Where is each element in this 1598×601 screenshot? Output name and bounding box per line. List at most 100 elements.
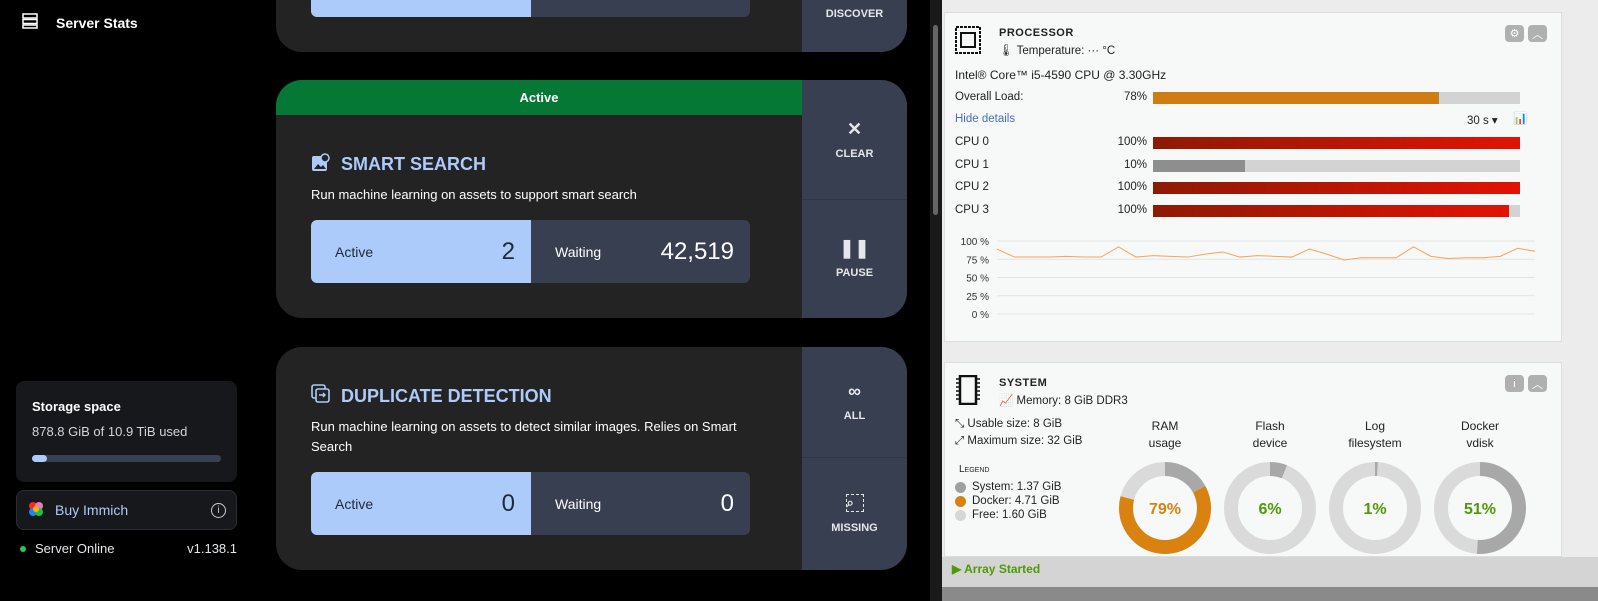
active-label: Active — [335, 243, 374, 260]
server-status: Server Online v1.138.1 — [20, 541, 237, 556]
all-button[interactable]: ∞ ALL — [802, 347, 907, 458]
cpu-label: CPU 3 — [955, 203, 989, 216]
cpu-label: CPU 2 — [955, 181, 989, 193]
job-description: Run machine learning on assets to suppor… — [311, 187, 637, 202]
waiting-label: Waiting — [555, 243, 602, 260]
job-card-partial: DISCOVER — [276, 0, 907, 52]
collapse-chevron-icon[interactable]: ︿ — [1528, 375, 1547, 392]
online-dot-icon — [20, 545, 26, 552]
cpu-bar-fill — [1153, 137, 1520, 149]
cpu-label: CPU 0 — [955, 136, 989, 148]
legend-item: Docker: 4.71 GiB — [955, 495, 1061, 507]
system-title: SYSTEM — [999, 377, 1048, 389]
cpu-pct: 100% — [1117, 203, 1147, 216]
duplicate-icon — [311, 384, 331, 409]
maximum-size: ⤢ Maximum size: 32 GiB — [955, 435, 1082, 448]
job-card-smart-search: Active SMART SEARCH Run machine learning… — [276, 80, 907, 318]
image-search-icon — [311, 152, 331, 177]
play-circle-icon: ▶ — [952, 562, 962, 576]
scrollbar-thumb[interactable] — [933, 25, 938, 215]
collapse-chevron-icon[interactable]: ︿ — [1528, 25, 1547, 42]
scrollbar[interactable] — [930, 0, 942, 601]
array-status: ▶ Array Started — [952, 562, 1040, 576]
server-stats-link[interactable]: Server Stats — [22, 13, 138, 32]
legend-dot-icon — [955, 495, 966, 507]
job-actions: DISCOVER — [802, 0, 907, 52]
legend-item: Free: 1.60 GiB — [955, 509, 1061, 521]
pause-icon: ❚❚ — [839, 238, 870, 258]
y-tick-label: 25 % — [966, 292, 989, 303]
status-bar: ▶ Array Started — [942, 557, 1598, 587]
memory-chip-icon — [955, 374, 981, 408]
server-status-label: Server Online — [35, 541, 115, 556]
y-tick-label: 75 % — [966, 255, 989, 266]
panel-buttons: i ︿ — [1505, 375, 1547, 392]
temperature: 🌡 Temperature: ··· °C — [999, 43, 1115, 57]
waiting-count: 0 — [720, 489, 734, 517]
job-title: SMART SEARCH — [311, 152, 486, 177]
job-title-text: SMART SEARCH — [341, 154, 487, 174]
legend-title: Legend — [959, 464, 990, 475]
donut-label: Docker vdisk — [1460, 419, 1499, 450]
cpu-bar — [1153, 204, 1520, 217]
donut-label: RAM usage — [1148, 419, 1182, 450]
expand-icon: ⤢ — [955, 435, 965, 447]
hide-details-link[interactable]: Hide details — [955, 113, 1015, 125]
cpu-pct: 100% — [1117, 181, 1147, 193]
cpu-pct: 100% — [1117, 136, 1147, 148]
overall-load-row: Overall Load: 78% — [955, 91, 1520, 104]
overall-load-label: Overall Load: — [955, 91, 1024, 103]
close-icon: ✕ — [846, 118, 863, 139]
job-actions: ∞ ALL ⌕ MISSING — [802, 347, 907, 570]
usage-donut: Docker vdisk 51% — [1434, 418, 1526, 557]
job-title-text: DUPLICATE DETECTION — [341, 386, 552, 406]
buy-immich-button[interactable]: Buy Immich i — [16, 490, 237, 530]
cpu-label: CPU 1 — [955, 158, 989, 171]
discover-button[interactable]: DISCOVER — [802, 8, 907, 20]
missing-label: MISSING — [831, 522, 878, 534]
processor-panel: PROCESSOR 🌡 Temperature: ··· °C ⚙ ︿ Intel… — [944, 12, 1562, 342]
memory-label: Memory: 8 GiB DDR3 — [1016, 395, 1128, 407]
donut-chart: 51% — [1434, 462, 1526, 554]
cpu-bar-fill — [1153, 182, 1520, 194]
donut-pct: 79% — [1149, 501, 1181, 518]
select-search-icon: ⌕ — [845, 494, 864, 512]
bar-chart-icon[interactable]: 📊 — [1513, 111, 1527, 125]
job-stats — [311, 0, 750, 17]
server-icon — [22, 13, 38, 32]
overall-load-pct: 78% — [1123, 91, 1147, 103]
active-count: 2 — [501, 237, 515, 265]
buy-immich-label: Buy Immich — [55, 502, 129, 518]
donut-pct: 1% — [1363, 501, 1386, 518]
cpu-bar — [1153, 159, 1520, 172]
usage-donut: Flash device 6% — [1224, 418, 1316, 557]
info-icon[interactable]: i — [211, 502, 226, 518]
pause-button[interactable]: ❚❚ PAUSE — [802, 200, 907, 318]
job-title: DUPLICATE DETECTION — [311, 384, 552, 409]
storage-bar — [32, 455, 221, 462]
maximum-size-label: Maximum size: 32 GiB — [967, 435, 1083, 447]
memory-info: 📈 Memory: 8 GiB DDR3 — [999, 393, 1128, 407]
cpu-row: CPU 3 100% — [955, 203, 1520, 217]
interval-select[interactable]: 30 s ▾ — [1467, 113, 1498, 127]
cpu-bar — [1153, 137, 1520, 149]
info-icon[interactable]: i — [1505, 375, 1524, 392]
storage-title: Storage space — [32, 399, 121, 414]
version: v1.138.1 — [187, 541, 237, 556]
donut-chart: 79% — [1119, 462, 1211, 554]
usage-donut: RAM usage 79% — [1119, 418, 1211, 557]
legend: System: 1.37 GiB Docker: 4.71 GiB Free: 1.… — [955, 481, 1061, 523]
donut-pct: 6% — [1258, 501, 1281, 518]
legend-item: System: 1.37 GiB — [955, 481, 1061, 493]
missing-button[interactable]: ⌕ MISSING — [802, 458, 907, 570]
unraid-dashboard: PROCESSOR 🌡 Temperature: ··· °C ⚙ ︿ Intel… — [942, 0, 1598, 601]
clear-label: CLEAR — [835, 147, 874, 160]
usable-size: ⤡ Usable size: 8 GiB — [955, 418, 1062, 431]
cpu-model: Intel® Core™ i5-4590 CPU @ 3.30GHz — [955, 68, 1167, 82]
chart-line-icon: 📈 — [999, 395, 1014, 407]
horizontal-scrollbar[interactable] — [942, 587, 1598, 601]
clear-button[interactable]: ✕ CLEAR — [802, 80, 907, 200]
system-panel: SYSTEM 📈 Memory: 8 GiB DDR3 i ︿ ⤡ Usable … — [944, 362, 1562, 557]
active-label: Active — [335, 495, 374, 512]
gear-icon[interactable]: ⚙ — [1505, 25, 1524, 42]
